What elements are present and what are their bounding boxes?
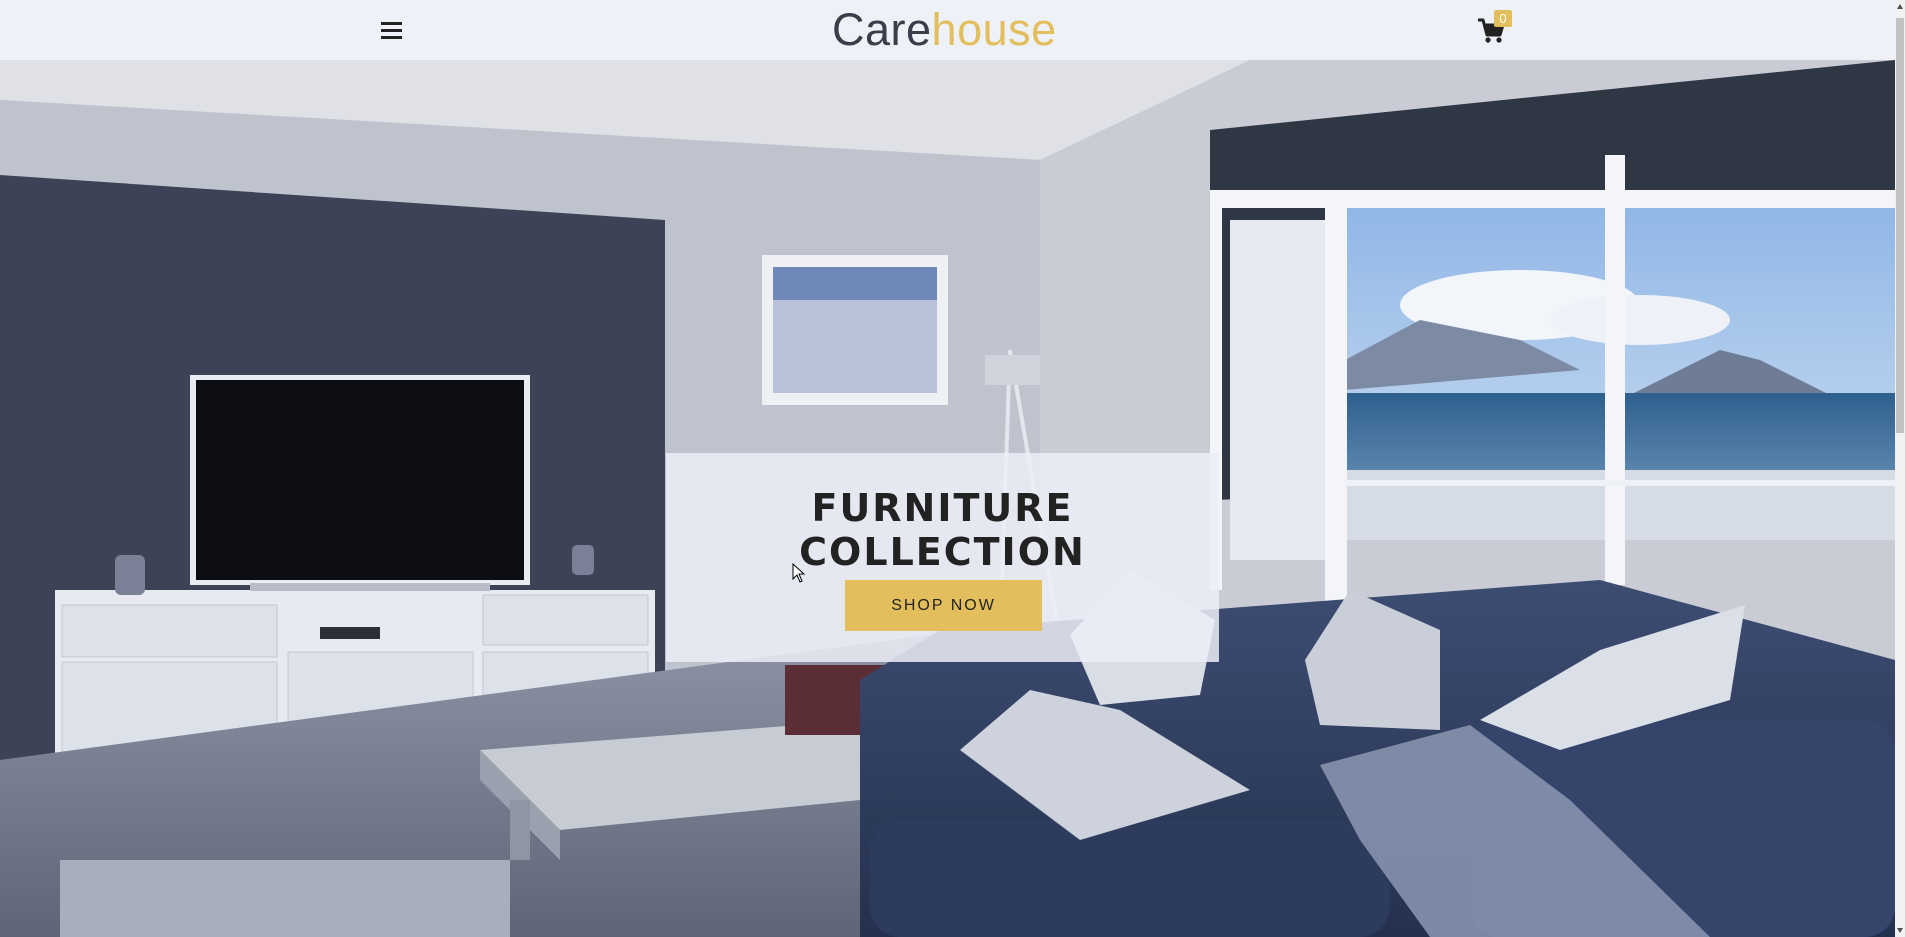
cart-count-badge: 0 xyxy=(1494,10,1512,27)
hero-title: FURNITURE COLLECTION xyxy=(799,486,1086,574)
site-logo[interactable]: Carehouse xyxy=(832,6,1057,54)
page-scrollbar[interactable] xyxy=(1895,0,1905,937)
scrollbar-thumb[interactable] xyxy=(1896,18,1904,433)
promo-box: FURNITURE COLLECTION SHOP NOW xyxy=(666,453,1219,662)
shop-now-button[interactable]: SHOP NOW xyxy=(845,580,1042,631)
scroll-up-arrow-icon[interactable] xyxy=(1897,4,1903,9)
mouse-cursor-icon xyxy=(792,562,806,588)
hero-banner: FURNITURE COLLECTION SHOP NOW xyxy=(0,60,1895,937)
site-header: Carehouse 0 xyxy=(0,0,1895,60)
logo-text-house: house xyxy=(931,4,1057,55)
logo-text-care: Care xyxy=(832,4,932,55)
hamburger-menu-icon[interactable] xyxy=(380,20,404,40)
scroll-down-arrow-icon[interactable] xyxy=(1897,928,1903,933)
